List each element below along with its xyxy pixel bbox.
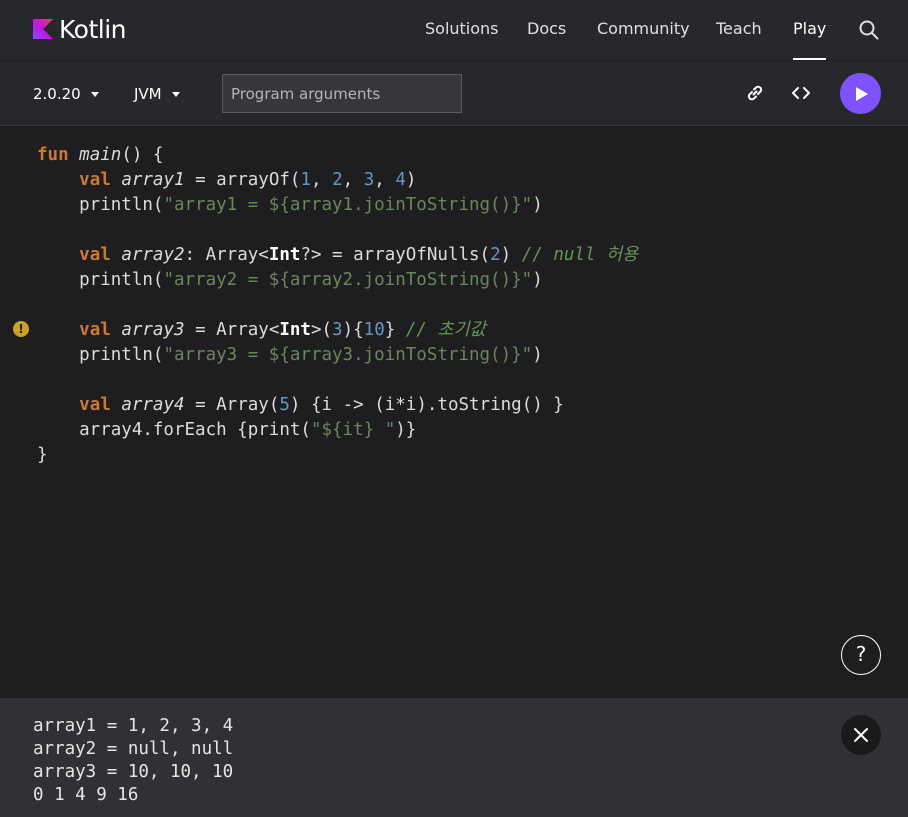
version-dropdown[interactable]: 2.0.20 xyxy=(33,85,99,103)
console-output: array1 = 1, 2, 3, 4 array2 = null, null ar… xyxy=(33,715,233,807)
code-line[interactable]: println("array1 = ${array1.joinToString(… xyxy=(37,193,638,218)
nav-item-teach[interactable]: Teach xyxy=(716,19,762,38)
code-content[interactable]: fun main() { val array1 = arrayOf(1, 2, … xyxy=(37,143,638,468)
code-line[interactable] xyxy=(37,293,638,318)
nav-item-community[interactable]: Community xyxy=(597,19,690,38)
top-navigation: Kotlin Solutions Docs Community Teach Pl… xyxy=(0,0,908,60)
code-line[interactable]: println("array2 = ${array2.joinToString(… xyxy=(37,268,638,293)
playground-toolbar: 2.0.20 JVM xyxy=(0,60,908,126)
code-line[interactable]: println("array3 = ${array3.joinToString(… xyxy=(37,343,638,368)
code-line[interactable]: fun main() { xyxy=(37,143,638,168)
nav-item-docs[interactable]: Docs xyxy=(527,19,566,38)
version-label: 2.0.20 xyxy=(33,85,81,103)
brand-name: Kotlin xyxy=(59,14,126,44)
output-panel: array1 = 1, 2, 3, 4 array2 = null, null ar… xyxy=(0,698,908,817)
link-icon[interactable] xyxy=(744,82,766,104)
output-line: array3 = 10, 10, 10 xyxy=(33,762,234,782)
target-dropdown[interactable]: JVM xyxy=(134,85,180,103)
code-line[interactable] xyxy=(37,368,638,393)
close-output-button[interactable] xyxy=(841,715,881,755)
kotlin-logo[interactable]: Kotlin xyxy=(33,14,126,44)
code-line[interactable]: val array1 = arrayOf(1, 2, 3, 4) xyxy=(37,168,638,193)
embed-code-icon[interactable] xyxy=(790,82,812,104)
code-line[interactable]: } xyxy=(37,443,638,468)
code-line[interactable]: val array4 = Array(5) {i -> (i*i).toStri… xyxy=(37,393,638,418)
output-line: 0 1 4 9 16 xyxy=(33,785,139,805)
warning-icon[interactable]: ! xyxy=(13,321,29,337)
output-line: array2 = null, null xyxy=(33,739,234,759)
code-editor[interactable]: ! fun main() { val array1 = arrayOf(1, 2… xyxy=(0,127,908,698)
run-button[interactable] xyxy=(840,73,881,114)
search-icon[interactable] xyxy=(858,19,880,41)
code-line[interactable]: val array2: Array<Int?> = arrayOfNulls(2… xyxy=(37,243,638,268)
program-arguments-input[interactable] xyxy=(222,74,462,113)
nav-item-solutions[interactable]: Solutions xyxy=(425,19,499,38)
chevron-down-icon xyxy=(171,91,180,97)
target-label: JVM xyxy=(134,85,162,103)
code-line[interactable]: val array3 = Array<Int>(3){10} // 초기값 xyxy=(37,318,638,343)
play-icon xyxy=(855,86,868,101)
code-line[interactable]: array4.forEach {print("${it} ")} xyxy=(37,418,638,443)
code-line[interactable] xyxy=(37,218,638,243)
output-line: array1 = 1, 2, 3, 4 xyxy=(33,716,234,736)
chevron-down-icon xyxy=(90,91,99,97)
kotlin-logo-icon xyxy=(33,19,53,39)
close-icon xyxy=(854,728,868,742)
help-button[interactable]: ? xyxy=(841,635,881,675)
nav-item-play[interactable]: Play xyxy=(793,19,826,38)
